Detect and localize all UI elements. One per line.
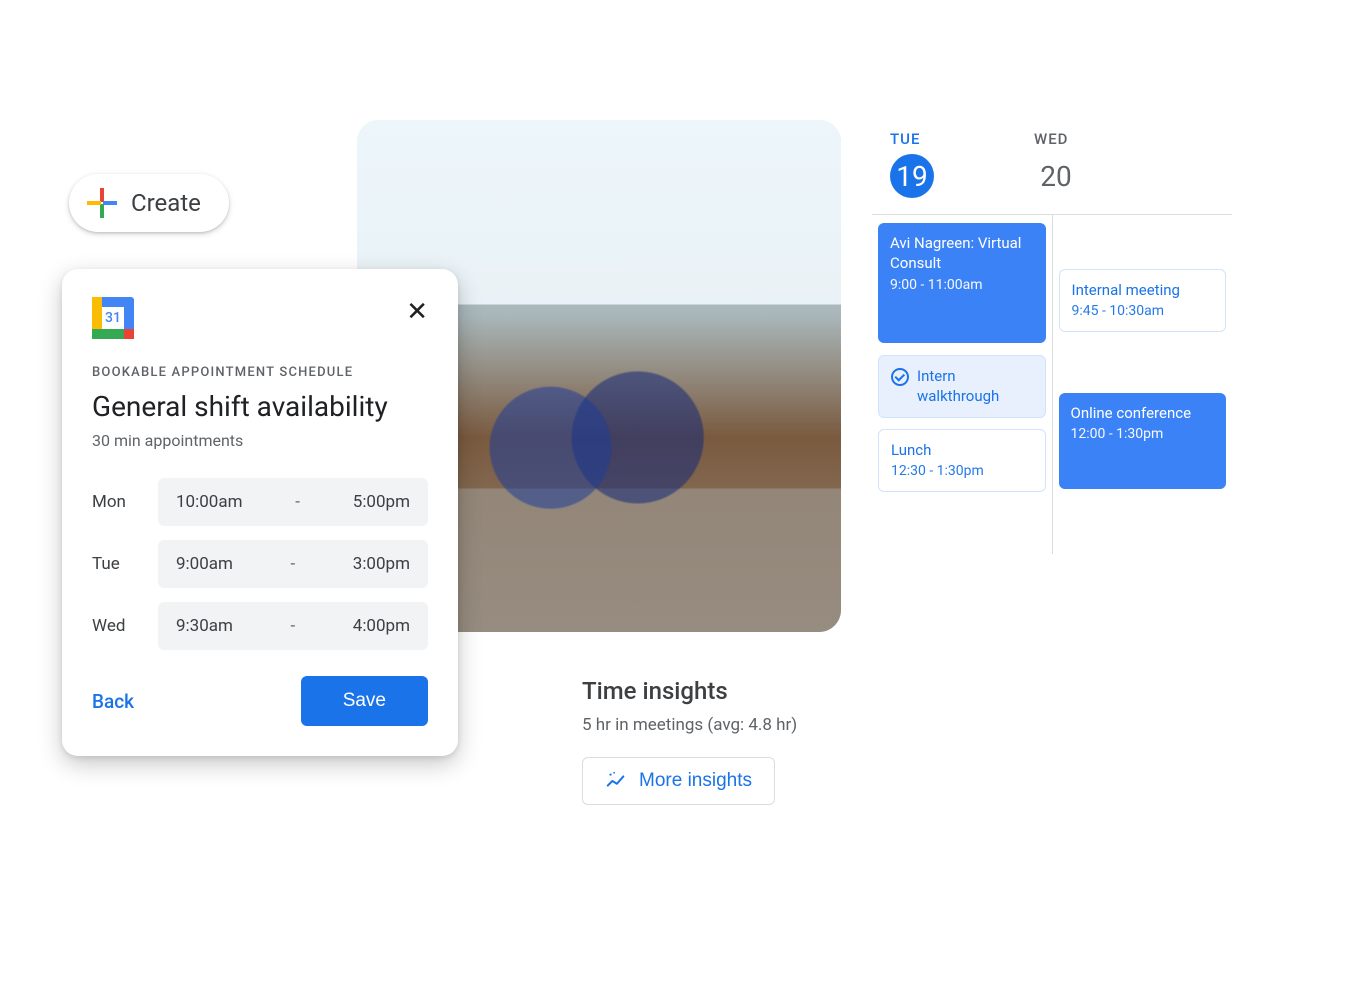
event-time: 9:45 - 10:30am	[1072, 302, 1214, 321]
create-label: Create	[131, 189, 201, 217]
day-number: 20	[1034, 154, 1078, 198]
more-insights-button[interactable]: More insights	[582, 757, 775, 805]
check-circle-icon	[891, 368, 909, 386]
close-icon[interactable]: ✕	[406, 299, 428, 325]
schedule-start: 10:00am	[176, 492, 243, 512]
save-button[interactable]: Save	[301, 676, 428, 726]
create-button[interactable]: Create	[69, 174, 229, 232]
insights-subtitle: 5 hr in meetings (avg: 4.8 hr)	[582, 715, 797, 735]
event-online-conference[interactable]: Online conference 12:00 - 1:30pm	[1059, 393, 1227, 489]
calendar-column-tue: Avi Nagreen: Virtual Consult 9:00 - 11:0…	[872, 215, 1052, 554]
appointment-title: General shift availability	[92, 390, 428, 423]
schedule-row: Tue 9:00am - 3:00pm	[92, 540, 428, 588]
event-title: Intern walkthrough	[917, 366, 1033, 407]
schedule-start: 9:30am	[176, 616, 233, 636]
event-time: 12:00 - 1:30pm	[1071, 425, 1215, 444]
day-of-week: TUE	[890, 130, 934, 148]
event-internal-meeting[interactable]: Internal meeting 9:45 - 10:30am	[1059, 269, 1227, 332]
event-title: Internal meeting	[1072, 280, 1214, 300]
dash: -	[295, 492, 300, 512]
schedule-row: Mon 10:00am - 5:00pm	[92, 478, 428, 526]
day-of-week: WED	[1034, 130, 1078, 148]
schedule-day-label: Mon	[92, 492, 140, 512]
schedule-time-input[interactable]: 9:30am - 4:00pm	[158, 602, 428, 650]
event-intern-walkthrough[interactable]: Intern walkthrough	[878, 355, 1046, 418]
event-lunch[interactable]: Lunch 12:30 - 1:30pm	[878, 429, 1046, 492]
schedule-end: 4:00pm	[353, 616, 410, 636]
event-title: Avi Nagreen: Virtual Consult	[890, 233, 1034, 274]
more-insights-label: More insights	[639, 770, 752, 792]
schedule-end: 5:00pm	[353, 492, 410, 512]
time-insights-panel: Time insights 5 hr in meetings (avg: 4.8…	[582, 677, 797, 805]
event-time: 12:30 - 1:30pm	[891, 462, 1033, 481]
appointment-schedule-card: 31 ✕ BOOKABLE APPOINTMENT SCHEDULE Gener…	[62, 269, 458, 756]
day-header-wed[interactable]: WED 20	[1034, 130, 1078, 198]
schedule-day-label: Tue	[92, 554, 140, 574]
appointment-subtitle: 30 min appointments	[92, 431, 428, 450]
schedule-start: 9:00am	[176, 554, 233, 574]
plus-icon	[87, 188, 117, 218]
day-number: 19	[890, 154, 934, 198]
back-button[interactable]: Back	[92, 690, 134, 713]
schedule-row: Wed 9:30am - 4:00pm	[92, 602, 428, 650]
schedule-day-label: Wed	[92, 616, 140, 636]
calendar-grid: TUE 19 WED 20 Avi Nagreen: Virtual Consu…	[872, 130, 1232, 554]
calendar-logo-day: 31	[102, 307, 124, 329]
schedule-end: 3:00pm	[353, 554, 410, 574]
event-title: Lunch	[891, 440, 1033, 460]
calendar-logo-icon: 31	[92, 297, 134, 339]
appointment-eyebrow: BOOKABLE APPOINTMENT SCHEDULE	[92, 365, 428, 380]
event-virtual-consult[interactable]: Avi Nagreen: Virtual Consult 9:00 - 11:0…	[878, 223, 1046, 343]
schedule-time-input[interactable]: 9:00am - 3:00pm	[158, 540, 428, 588]
calendar-column-wed: Internal meeting 9:45 - 10:30am Online c…	[1052, 215, 1233, 554]
dash: -	[291, 554, 296, 574]
insights-title: Time insights	[582, 677, 797, 705]
event-time: 9:00 - 11:00am	[890, 276, 1034, 295]
dash: -	[291, 616, 296, 636]
day-header-tue[interactable]: TUE 19	[890, 130, 934, 198]
schedule-time-input[interactable]: 10:00am - 5:00pm	[158, 478, 428, 526]
event-title: Online conference	[1071, 403, 1215, 423]
insights-sparkle-icon	[605, 770, 627, 792]
